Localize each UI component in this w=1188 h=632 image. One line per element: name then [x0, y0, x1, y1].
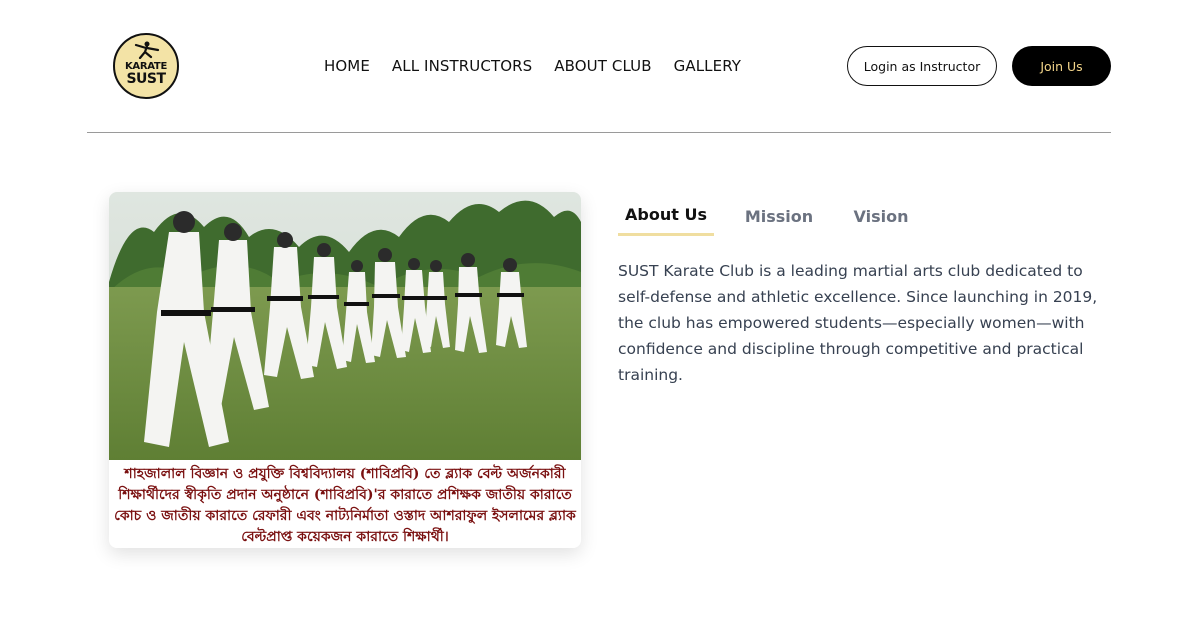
- header-divider: [87, 132, 1111, 133]
- site-header: KARATE SUST HOME ALL INSTRUCTORS ABOUT C…: [0, 0, 1188, 132]
- about-description: SUST Karate Club is a leading martial ar…: [618, 262, 1098, 384]
- club-logo[interactable]: KARATE SUST: [113, 33, 179, 99]
- club-photo-card: শাহজালাল বিজ্ঞান ও প্রযুক্তি বিশ্ববিদ্যা…: [109, 192, 581, 548]
- club-photo: [109, 192, 581, 460]
- login-instructor-button[interactable]: Login as Instructor: [847, 46, 997, 86]
- tab-vision[interactable]: Vision: [844, 196, 918, 236]
- join-us-button[interactable]: Join Us: [1012, 46, 1111, 86]
- logo-text-karate: KARATE: [124, 60, 167, 72]
- nav-gallery[interactable]: GALLERY: [674, 57, 741, 75]
- logo-text-sust: SUST: [126, 70, 166, 87]
- photo-caption: শাহজালাল বিজ্ঞান ও প্রযুক্তি বিশ্ববিদ্যা…: [109, 460, 581, 548]
- karate-figure-icon: [134, 41, 160, 59]
- tab-about-us[interactable]: About Us: [618, 196, 714, 236]
- nav-home[interactable]: HOME: [324, 57, 370, 75]
- info-tabs: About Us Mission Vision: [618, 196, 918, 236]
- tab-mission[interactable]: Mission: [714, 196, 844, 236]
- nav-about-club[interactable]: ABOUT CLUB: [554, 57, 651, 75]
- nav-all-instructors[interactable]: ALL INSTRUCTORS: [392, 57, 532, 75]
- main-nav: HOME ALL INSTRUCTORS ABOUT CLUB GALLERY: [324, 57, 741, 75]
